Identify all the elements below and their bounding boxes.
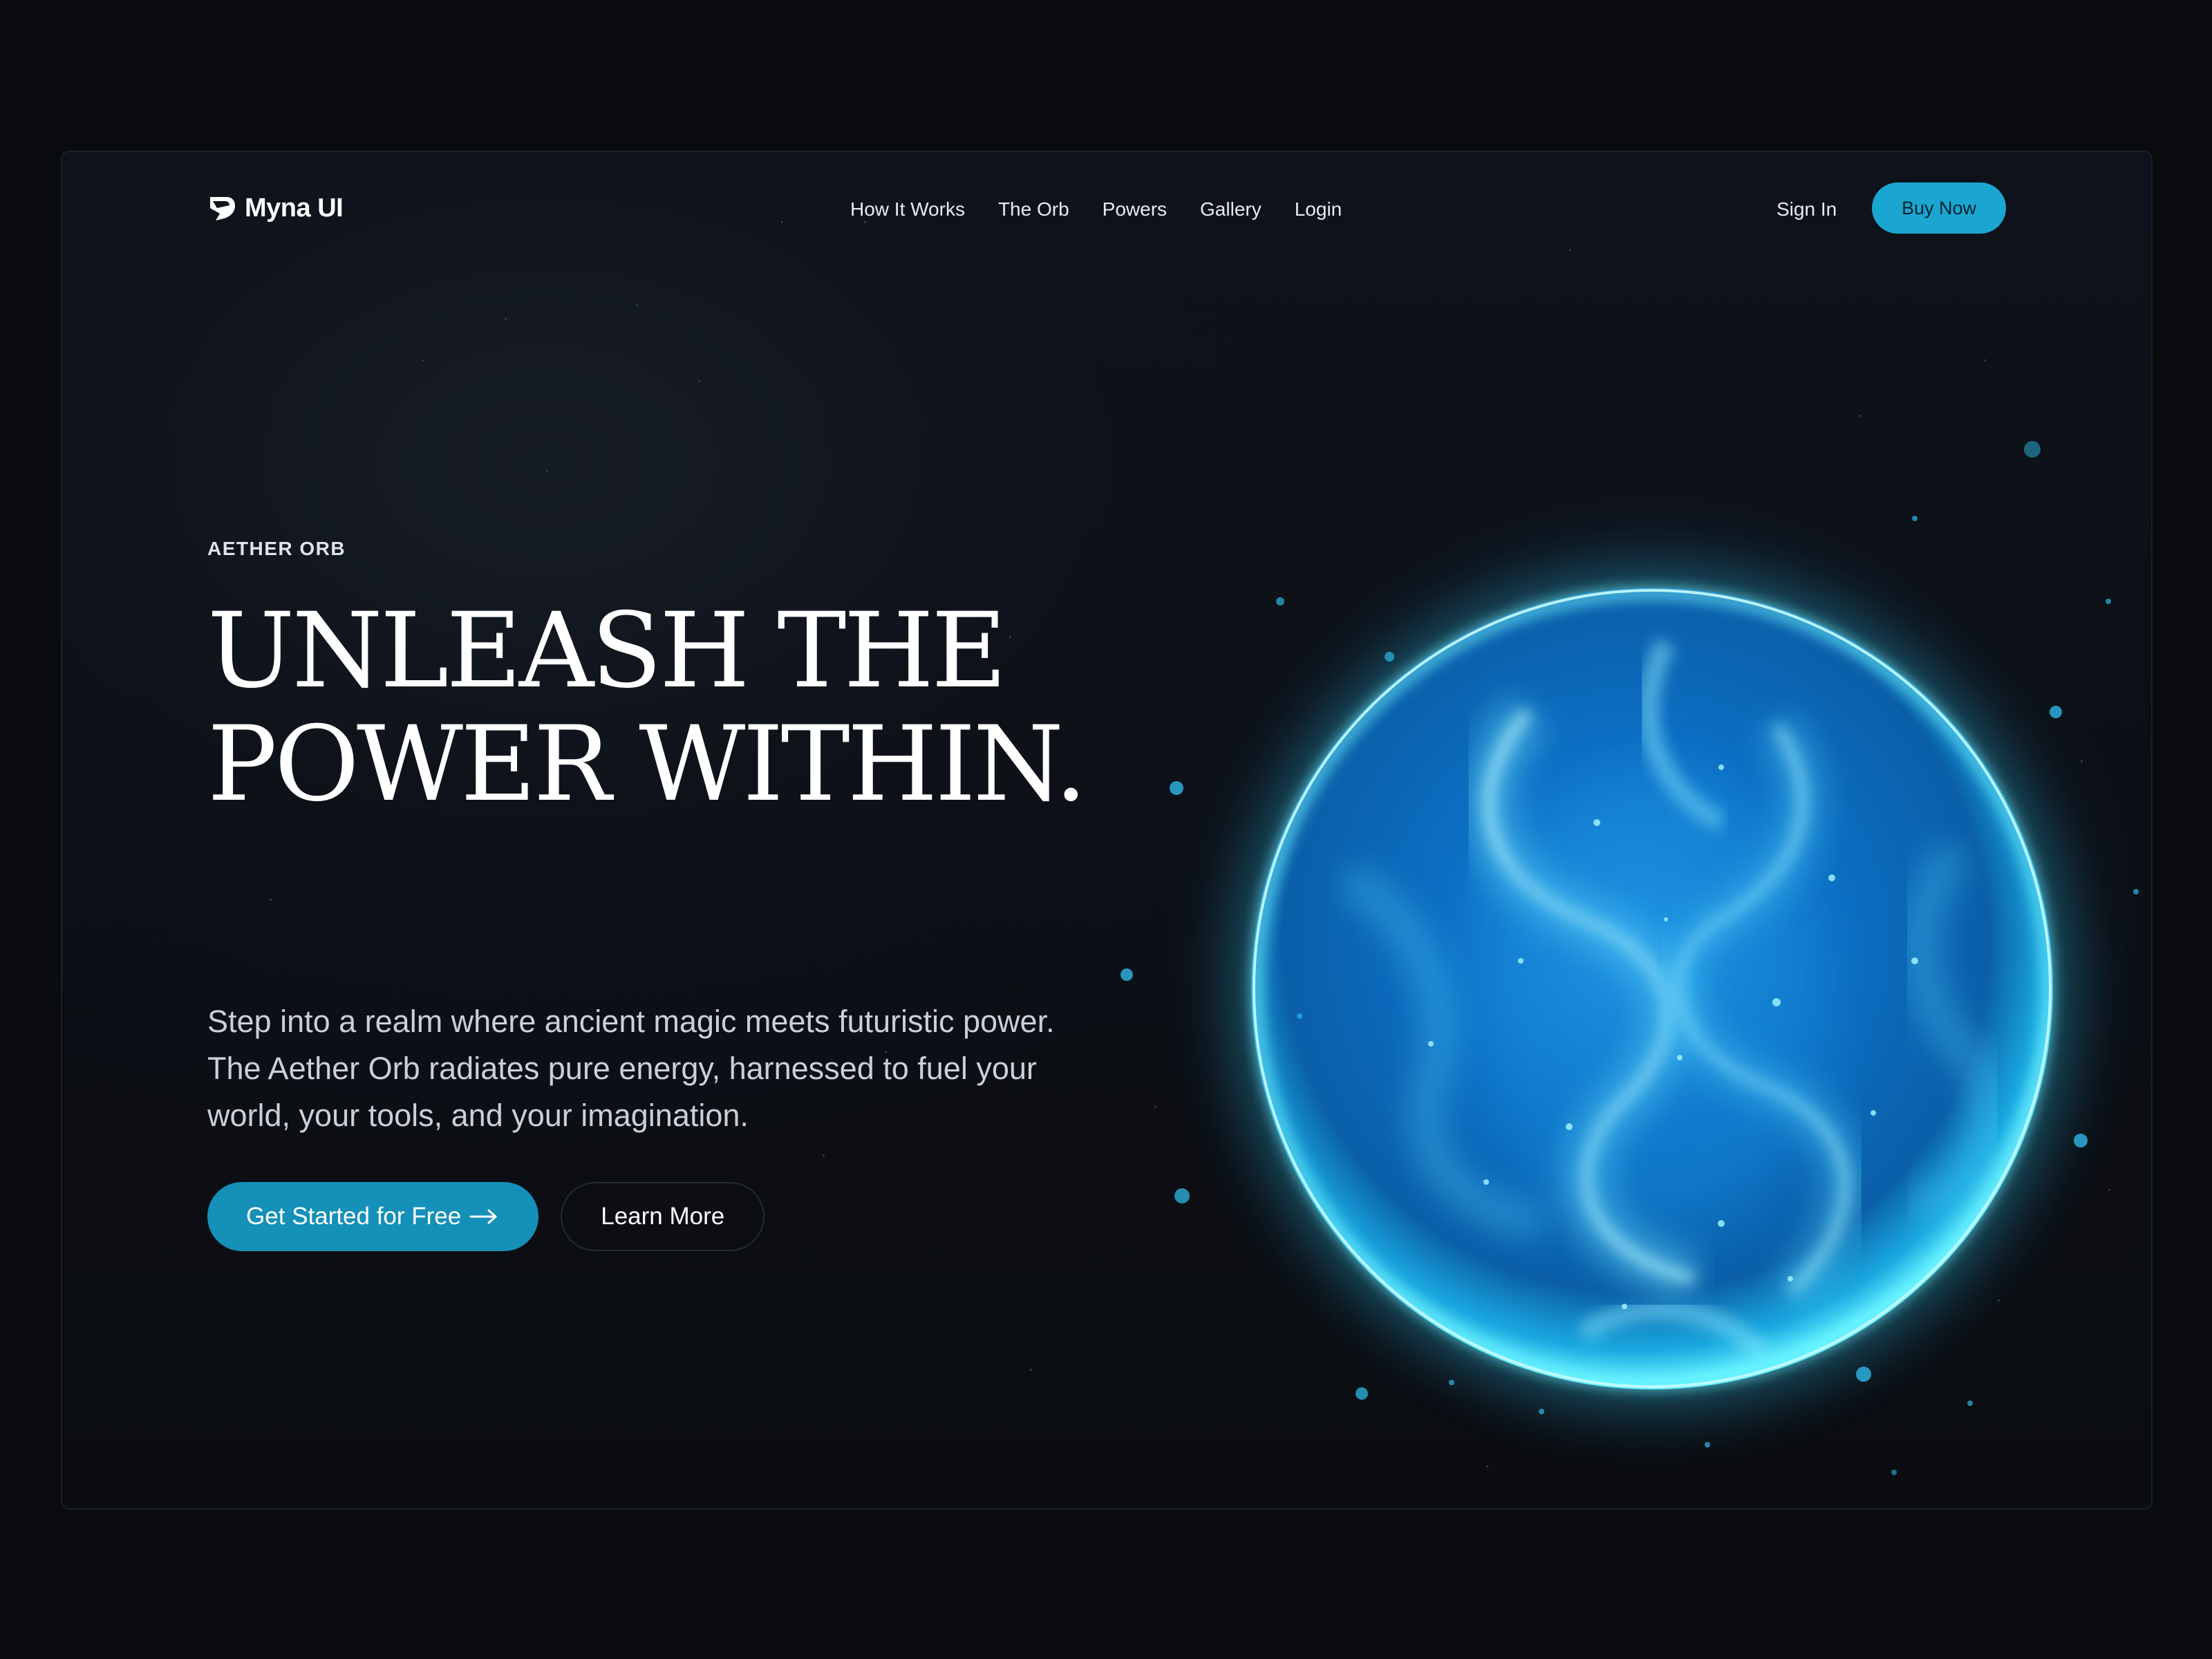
hero-cta-row: Get Started for Free Learn More	[207, 1182, 765, 1251]
learn-more-button[interactable]: Learn More	[561, 1182, 765, 1251]
hero-headline-line-2: POWER WITHIN.	[207, 704, 1087, 825]
nav-link-the-orb[interactable]: The Orb	[998, 198, 1069, 221]
main-nav: How It Works The Orb Powers Gallery Logi…	[850, 192, 1342, 227]
hero-eyebrow: AETHER ORB	[207, 538, 346, 559]
hero-frame: Myna UI How It Works The Orb Powers Gall…	[61, 151, 2153, 1510]
arrow-right-icon	[469, 1209, 497, 1224]
hero-headline-line-1: UNLEASH THE	[207, 591, 1007, 711]
sign-in-link[interactable]: Sign In	[1777, 192, 1837, 227]
nav-link-how-it-works[interactable]: How It Works	[850, 198, 965, 221]
hero-description: Step into a realm where ancient magic me…	[207, 1004, 1055, 1133]
brand-logo[interactable]: Myna UI	[207, 191, 344, 225]
hero-headline: UNLEASH THE POWER WITHIN.	[207, 591, 1087, 825]
myna-logo-icon	[210, 197, 235, 221]
nav-link-powers[interactable]: Powers	[1103, 198, 1167, 221]
get-started-button[interactable]: Get Started for Free	[207, 1182, 539, 1251]
buy-now-button[interactable]: Buy Now	[1872, 182, 2006, 234]
get-started-label: Get Started for Free	[246, 1203, 462, 1230]
brand-name: Myna UI	[245, 193, 344, 223]
aether-orb-image	[1121, 441, 2139, 1475]
nav-link-login[interactable]: Login	[1295, 198, 1342, 221]
nav-link-gallery[interactable]: Gallery	[1200, 198, 1262, 221]
